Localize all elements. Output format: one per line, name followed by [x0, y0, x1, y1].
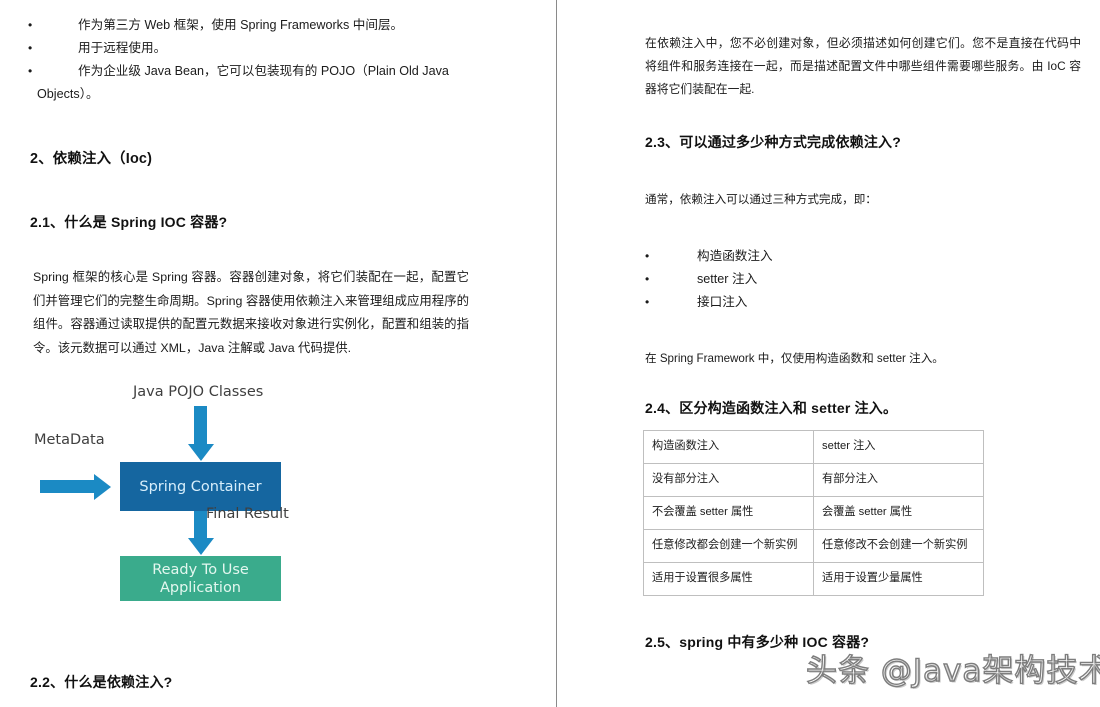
heading-section-2: 2、依赖注入（Ioc): [30, 151, 153, 167]
bullet-dot-icon: •: [28, 64, 33, 78]
intro-bullet-list: • 作为第三方 Web 框架，使用 Spring Frameworks 中间层。…: [14, 14, 544, 106]
table-cell: 构造函数注入: [643, 430, 814, 464]
diagram-box-spring-container: Spring Container: [120, 462, 281, 511]
watermark: 头条 @Java架构技术: [805, 645, 1100, 690]
table-cell: setter 注入: [813, 430, 984, 464]
table-cell: 任意修改不会创建一个新实例: [813, 529, 984, 563]
table-cell: 不会覆盖 setter 属性: [643, 496, 814, 530]
bullet-dot-icon: •: [28, 18, 33, 32]
diagram-label-metadata: MetaData: [34, 432, 105, 448]
bullet-dot-icon: •: [645, 272, 650, 286]
list-item-label: 构造函数注入: [697, 249, 773, 263]
list-item-label: 作为企业级 Java Bean，它可以包装现有的 POJO（Plain Old …: [78, 64, 449, 78]
table-cell: 任意修改都会创建一个新实例: [643, 529, 814, 563]
table-row: 任意修改都会创建一个新实例 任意修改不会创建一个新实例: [643, 529, 984, 563]
list-item-label: 接口注入: [697, 295, 748, 309]
table-cell: 会覆盖 setter 属性: [813, 496, 984, 530]
diagram-box-app-label-line1: Ready To Use: [152, 561, 249, 578]
note-three-ways: 通常，依赖注入可以通过三种方式完成，即：: [645, 193, 877, 206]
list-item-label: 用于远程使用。: [78, 41, 167, 55]
paragraph-ioc-container: Spring 框架的核心是 Spring 容器。容器创建对象，将它们装配在一起，…: [33, 270, 469, 355]
table-row: 适用于设置很多属性 适用于设置少量属性: [643, 562, 984, 596]
bullet-dot-icon: •: [645, 249, 650, 263]
table-row: 构造函数注入 setter 注入: [643, 430, 984, 464]
list-item: • 作为企业级 Java Bean，它可以包装现有的 POJO（Plain Ol…: [14, 60, 544, 83]
table-cell: 没有部分注入: [643, 463, 814, 497]
note-spring-framework-usage: 在 Spring Framework 中，仅使用构造函数和 setter 注入。: [645, 352, 944, 365]
list-item-label: setter 注入: [697, 272, 758, 286]
list-item-label: 作为第三方 Web 框架，使用 Spring Frameworks 中间层。: [78, 18, 404, 32]
arrow-down-pojo-head-icon: [187, 444, 214, 461]
arrow-right-metadata-head-icon: [94, 473, 111, 500]
arrow-right-metadata-shaft-icon: [40, 480, 95, 493]
diagram-box-spring-container-label: Spring Container: [139, 478, 262, 495]
document-page: • 作为第三方 Web 框架，使用 Spring Frameworks 中间层。…: [0, 0, 1100, 707]
heading-section-2-3: 2.3、可以通过多少种方式完成依赖注入?: [645, 134, 902, 150]
list-item: • 作为第三方 Web 框架，使用 Spring Frameworks 中间层。: [14, 14, 544, 37]
heading-section-2-2: 2.2、什么是依赖注入?: [30, 674, 173, 690]
table-cell: 适用于设置少量属性: [813, 562, 984, 596]
diagram-box-app-label-line2: Application: [159, 579, 242, 596]
arrow-down-final-head-icon: [187, 538, 214, 555]
list-item: • 接口注入: [645, 291, 1075, 314]
list-item-continuation: Objects）。: [14, 83, 544, 106]
diagram-label-java-pojo-classes: Java POJO Classes: [133, 384, 264, 400]
diagram-box-ready-to-use-application: Ready To Use Application: [120, 556, 281, 601]
table-row: 没有部分注入 有部分注入: [643, 463, 984, 497]
column-divider: [556, 0, 557, 707]
left-column: • 作为第三方 Web 框架，使用 Spring Frameworks 中间层。…: [0, 0, 556, 707]
arrow-down-pojo-shaft-icon: [194, 406, 207, 446]
list-item: • 用于远程使用。: [14, 37, 544, 60]
bullet-dot-icon: •: [28, 41, 33, 55]
bullet-dot-icon: •: [645, 295, 650, 309]
list-item: • 构造函数注入: [645, 245, 1075, 268]
table-cell: 有部分注入: [813, 463, 984, 497]
spring-container-diagram: Java POJO Classes MetaData Spring Contai…: [28, 384, 338, 614]
constructor-vs-setter-table: 构造函数注入 setter 注入 没有部分注入 有部分注入 不会覆盖 sette…: [643, 430, 984, 596]
heading-section-2-4: 2.4、区分构造函数注入和 setter 注入。: [645, 400, 898, 416]
table-cell: 适用于设置很多属性: [643, 562, 814, 596]
list-item: • setter 注入: [645, 268, 1075, 291]
watermark-label: 头条 @Java架构技术: [805, 652, 1100, 689]
table-row: 不会覆盖 setter 属性 会覆盖 setter 属性: [643, 496, 984, 530]
arrow-down-final-shaft-icon: [194, 511, 207, 540]
paragraph-dependency-injection: 在依赖注入中，您不必创建对象，但必须描述如何创建它们。您不是直接在代码中将组件和…: [645, 36, 1081, 96]
list-item-continuation-label: Objects）。: [37, 87, 99, 101]
diagram-label-final-result: Final Result: [206, 506, 289, 522]
heading-section-2-1: 2.1、什么是 Spring IOC 容器?: [30, 214, 228, 230]
injection-types-bullet-list: • 构造函数注入 • setter 注入 • 接口注入: [645, 245, 1075, 314]
comparison-table-wrapper: 构造函数注入 setter 注入 没有部分注入 有部分注入 不会覆盖 sette…: [643, 430, 984, 596]
